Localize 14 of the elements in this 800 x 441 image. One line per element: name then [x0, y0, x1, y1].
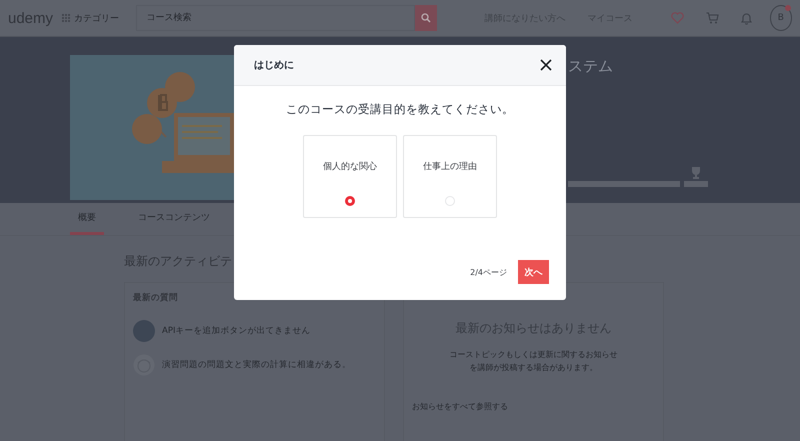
page-indicator: 2/4ページ — [470, 266, 507, 278]
search-field[interactable]: コース検索 — [136, 5, 416, 31]
next-button[interactable]: 次へ — [518, 260, 549, 284]
option-card[interactable]: 個人的な関心 — [303, 135, 397, 218]
course-title: ステム — [568, 57, 614, 76]
tab[interactable]: 概要 — [70, 203, 104, 235]
option-card[interactable]: 仕事上の理由 — [403, 135, 497, 218]
question-link[interactable]: APIキーを追加ボタンが出てきません — [162, 325, 310, 337]
question-link[interactable]: 演習問題の問題文と実際の計算に相違がある。 — [162, 359, 351, 371]
tab[interactable]: コースコンテンツ — [130, 203, 218, 235]
question-text: このコースの受講目的を教えてください。 — [285, 102, 515, 117]
category-menu[interactable]: カテゴリー — [62, 12, 122, 24]
view-all-link[interactable]: お知らせをすべて参照する — [412, 400, 508, 412]
modal-title: はじめに — [254, 59, 294, 72]
